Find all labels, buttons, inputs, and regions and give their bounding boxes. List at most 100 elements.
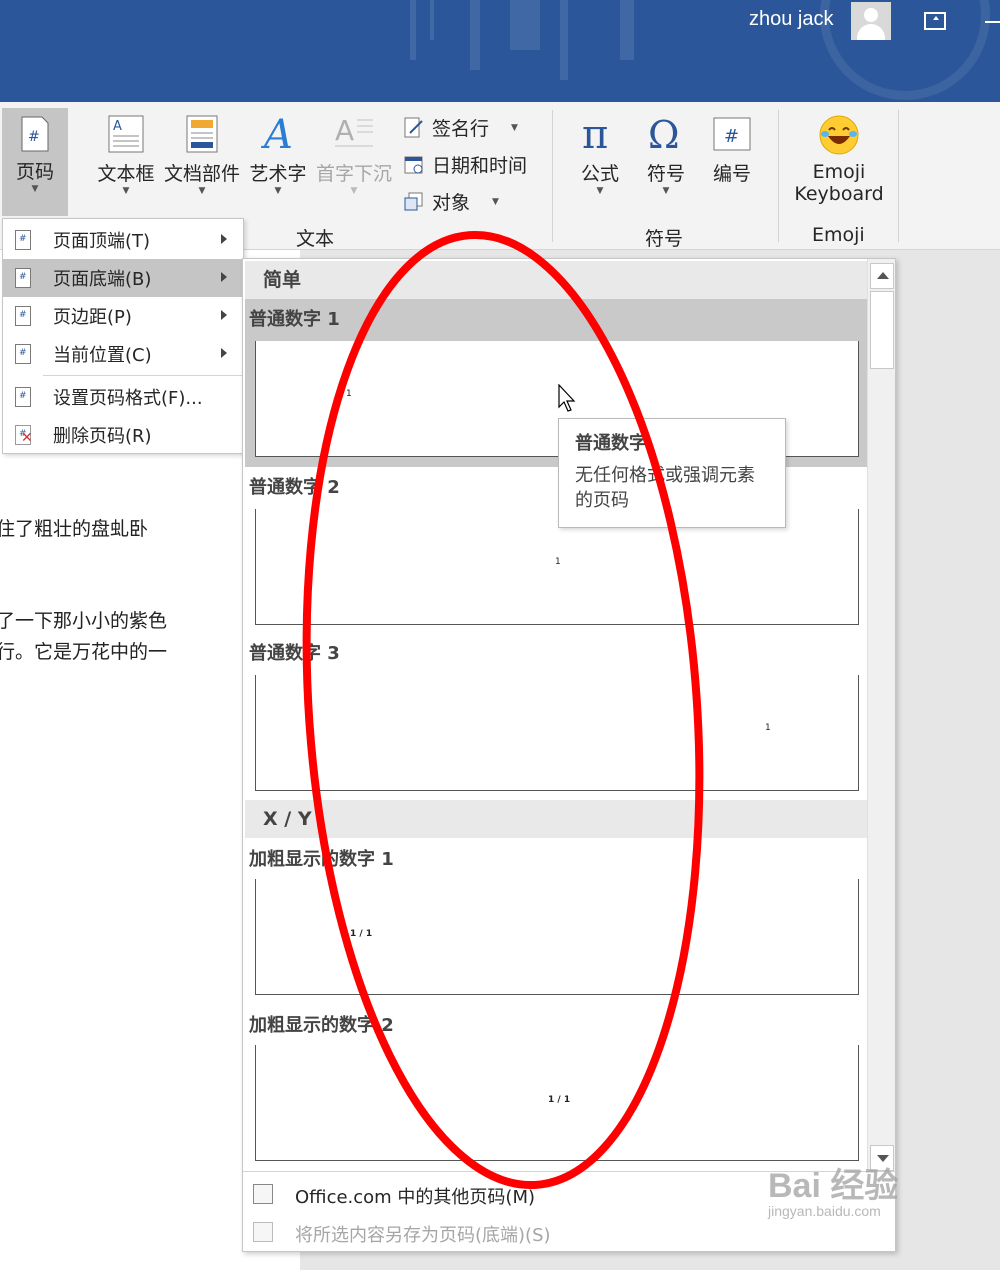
menu-item-format-page-numbers[interactable]: 设置页码格式(F)...	[3, 378, 243, 416]
watermark-url: jingyan.baidu.com	[768, 1203, 881, 1219]
gallery-item-plain-number-3[interactable]: 普通数字 3 1	[245, 633, 867, 799]
menu-item-label: 页面顶端(T)	[53, 231, 151, 252]
red-x-icon: ✕	[21, 430, 33, 446]
page-number-sample: 1	[765, 723, 771, 733]
chevron-right-icon	[221, 310, 227, 320]
signature-line-icon	[404, 117, 423, 137]
number-icon: #	[713, 117, 751, 151]
quick-parts-button[interactable]: 文档部件 ▼	[164, 114, 240, 196]
equation-label: 公式	[580, 163, 619, 185]
chevron-down-icon: ▼	[511, 122, 518, 133]
chevron-down-icon: ▼	[492, 196, 499, 207]
menu-item-remove-page-numbers[interactable]: ✕ 删除页码(R)	[3, 416, 243, 454]
equation-button[interactable]: π 公式 ▼	[568, 112, 632, 196]
menu-item-label: 删除页码(R)	[53, 426, 152, 447]
minimize-icon[interactable]	[985, 21, 1000, 23]
textbox-button[interactable]: A 文本框 ▼	[94, 114, 158, 196]
menu-item-current-position[interactable]: 当前位置(C)	[3, 335, 243, 373]
emoji-label-1: Emoji	[812, 161, 866, 183]
svg-text:Ω: Ω	[648, 113, 680, 154]
group-separator	[778, 110, 779, 242]
page-number-sample: 1	[555, 557, 561, 567]
wordart-icon: A	[260, 112, 293, 158]
chevron-down-icon: ▼	[662, 186, 670, 196]
avatar[interactable]	[851, 2, 891, 40]
calendar-icon	[404, 156, 423, 173]
chevron-down-icon: ▼	[350, 186, 358, 196]
save-selection-label: 将所选内容另存为页码(底端)(S)	[295, 1225, 551, 1246]
tooltip-description: 无任何格式或强调元素 的页码	[575, 463, 769, 513]
chevron-down-icon: ▼	[198, 186, 206, 196]
baidu-watermark: Bai 经验 jingyan.baidu.com	[768, 1158, 898, 1219]
quick-parts-icon	[186, 115, 218, 153]
watermark-brand: Bai 经验	[768, 1167, 899, 1205]
chevron-right-icon	[221, 272, 227, 282]
page-icon	[15, 230, 31, 250]
dropcap-label: 首字下沉	[315, 163, 392, 185]
page-number-sample: 1 / 1	[350, 929, 373, 939]
emoji-group-label: Emoji	[812, 224, 865, 246]
menu-item-label: 页边距(P)	[53, 307, 132, 328]
quick-parts-label: 文档部件	[164, 163, 241, 185]
tooltip-description-line: 的页码	[575, 490, 629, 511]
scroll-thumb[interactable]	[870, 291, 894, 369]
gallery-item-bold-number-1[interactable]: 加粗显示的数字 1 1 / 1	[245, 839, 867, 1005]
page-number-sample: 1 / 1	[548, 1095, 571, 1105]
svg-text:A: A	[113, 119, 122, 134]
symbol-label: 符号	[646, 163, 685, 185]
date-time-button[interactable]: 日期和时间	[404, 151, 527, 178]
gallery-scrollbar[interactable]	[867, 259, 895, 1171]
menu-item-label: 设置页码格式(F)...	[53, 388, 203, 409]
gallery-item-bold-number-2[interactable]: 加粗显示的数字 2 1 / 1	[245, 1005, 867, 1171]
document-text-line: 住了粗壮的盘虬卧	[0, 518, 149, 540]
emoji-label-2: Keyboard	[794, 183, 884, 205]
gallery-item-title: 加粗显示的数字 1	[249, 849, 394, 870]
title-decoration	[820, 0, 990, 100]
tooltip: 普通数字 无任何格式或强调元素 的页码	[558, 418, 786, 528]
gallery-item-title: 普通数字 2	[249, 477, 340, 498]
page-icon	[15, 268, 31, 288]
title-decoration	[470, 0, 480, 70]
wordart-label: 艺术字	[249, 163, 307, 185]
tooltip-description-line: 无任何格式或强调元素	[575, 465, 755, 486]
pi-icon: π	[582, 112, 608, 158]
textbox-icon: A	[108, 115, 144, 153]
dropcap-button: A 首字下沉 ▼	[312, 114, 396, 196]
signature-line-label: 签名行	[432, 118, 490, 140]
date-time-label: 日期和时间	[432, 155, 528, 177]
gallery-item-title: 加粗显示的数字 2	[249, 1015, 394, 1036]
number-button[interactable]: # 编号	[700, 114, 764, 186]
page-number-sample: 1	[346, 389, 352, 399]
symbol-button[interactable]: Ω 符号 ▼	[634, 112, 698, 196]
title-bar: zhou jack	[0, 0, 1000, 102]
chevron-down-icon: ▼	[122, 186, 130, 196]
ribbon-display-options-icon[interactable]	[924, 12, 946, 30]
wordart-button[interactable]: A 艺术字 ▼	[246, 112, 310, 196]
emoji-keyboard-button[interactable]: Emoji Keyboard	[790, 114, 888, 205]
svg-text:A: A	[260, 112, 293, 154]
object-button[interactable]: 对象 ▼	[404, 188, 499, 215]
page-icon	[15, 344, 31, 364]
textbox-label: 文本框	[97, 163, 155, 185]
menu-item-page-margins[interactable]: 页边距(P)	[3, 297, 243, 335]
page-number-button[interactable]: # 页码 ▼	[2, 108, 68, 216]
gallery-item-title: 普通数字 3	[249, 643, 340, 664]
gallery-item-preview: 1 / 1	[255, 879, 859, 995]
title-decoration	[410, 0, 416, 60]
page-number-menu: 页面顶端(T) 页面底端(B) 页边距(P) 当前位置(C) 设置页码格式(F)…	[2, 218, 244, 454]
user-name[interactable]: zhou jack	[749, 8, 834, 31]
menu-item-bottom-of-page[interactable]: 页面底端(B)	[3, 259, 243, 297]
scroll-up-icon[interactable]	[870, 263, 894, 289]
object-label: 对象	[432, 192, 471, 214]
title-decoration	[510, 0, 540, 50]
menu-item-top-of-page[interactable]: 页面顶端(T)	[3, 221, 243, 259]
document-text-line: 了一下那小小的紫色	[0, 610, 168, 632]
tooltip-title: 普通数字	[575, 433, 647, 454]
page-icon	[15, 306, 31, 326]
svg-text:π: π	[582, 112, 608, 154]
text-group-label: 文本	[296, 228, 335, 250]
signature-line-button[interactable]: 签名行 ▼	[404, 114, 518, 141]
title-decoration	[560, 0, 568, 80]
page-number-label: 页码	[15, 161, 54, 183]
gallery-section-header: 简单	[245, 261, 867, 299]
